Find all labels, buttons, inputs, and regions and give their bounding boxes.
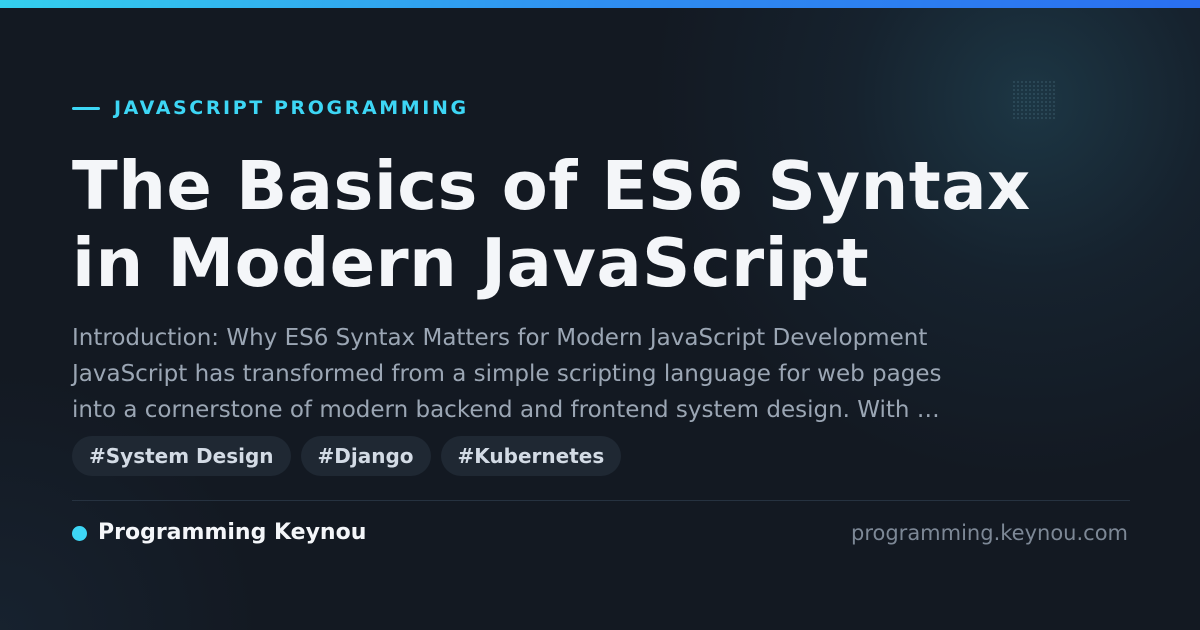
page-title: The Basics of ES6 Syntax in Modern JavaS… [72,148,1132,302]
site-url[interactable]: programming.keynou.com [851,519,1128,547]
brand-name: Programming Keynou [98,520,367,545]
tag-system-design[interactable]: #System Design [72,436,291,476]
footer-divider [72,500,1130,501]
excerpt-line-1: Introduction: Why ES6 Syntax Matters for… [72,325,928,351]
excerpt-line-2: JavaScript has transformed from a simple… [72,361,942,387]
excerpt-line-3: into a cornerstone of modern backend and… [72,397,940,423]
tag-django[interactable]: #Django [300,436,431,476]
article-excerpt: Introduction: Why ES6 Syntax Matters for… [72,320,1072,428]
tag-list: #System Design #Django #Kubernetes [72,436,631,476]
dot-icon [72,525,87,541]
dash-icon [72,106,100,110]
card-content: JAVASCRIPT PROGRAMMING The Basics of ES6… [72,0,1130,630]
tag-kubernetes[interactable]: #Kubernetes [440,436,622,476]
title-line-1: The Basics of ES6 Syntax [72,147,1031,225]
category-label: JAVASCRIPT PROGRAMMING [114,97,469,119]
category-row: JAVASCRIPT PROGRAMMING [72,96,469,120]
brand: Programming Keynou [72,519,366,547]
title-line-2: in Modern JavaScript [72,224,870,302]
